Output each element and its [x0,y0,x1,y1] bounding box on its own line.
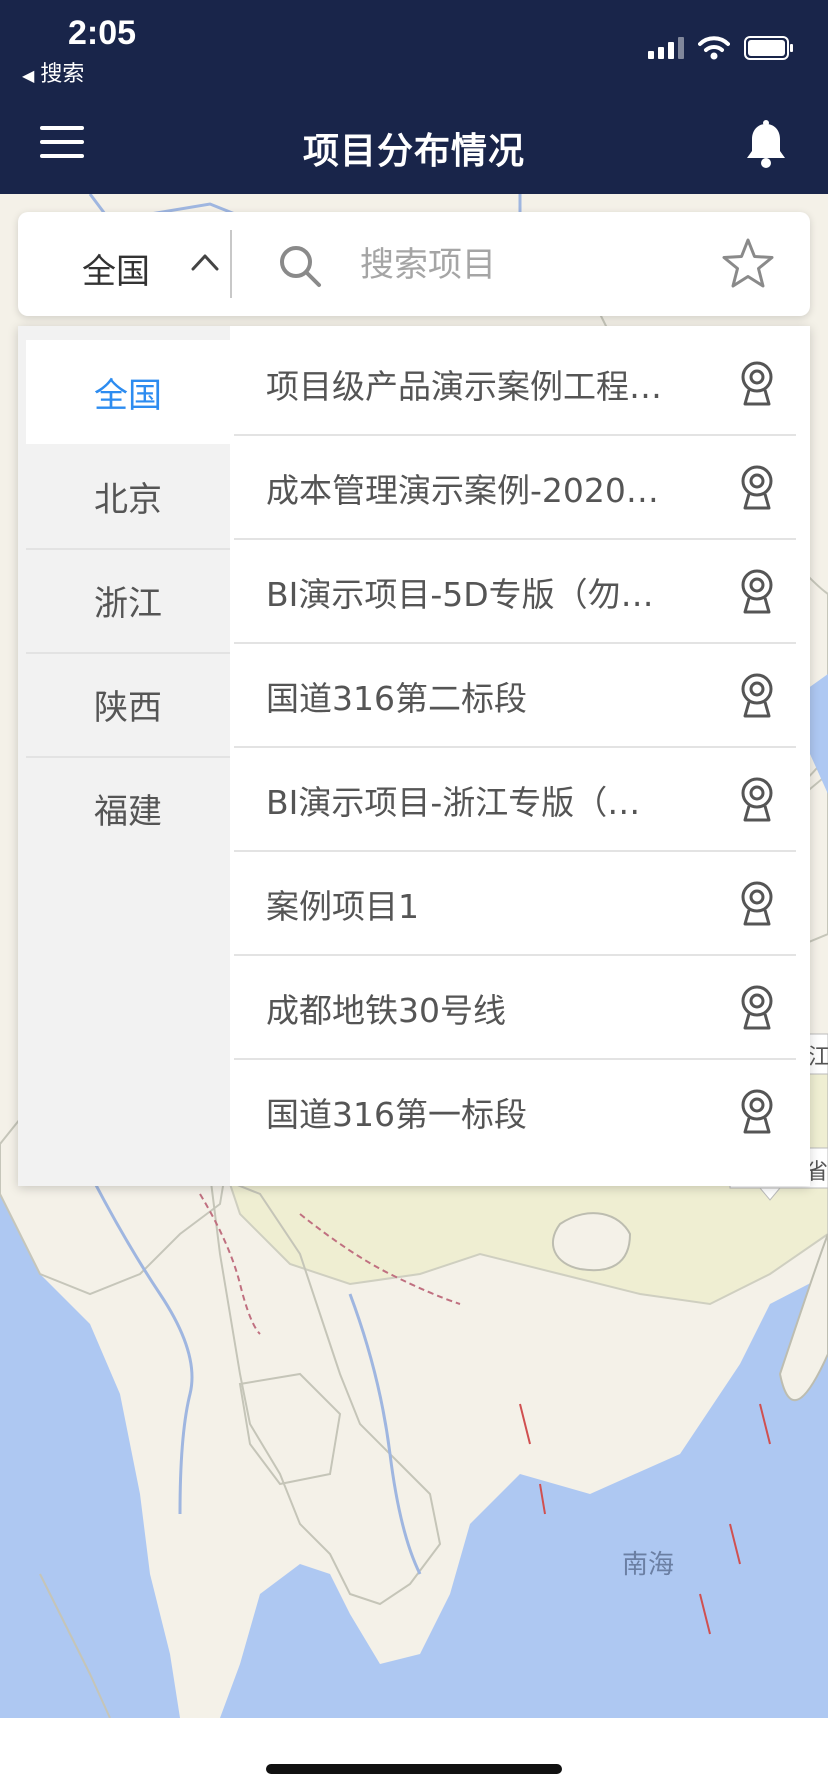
region-item-shaanxi[interactable]: 陕西 [26,652,230,758]
star-icon[interactable] [720,236,776,292]
project-list-item[interactable]: 国道316第二标段 [234,642,796,748]
region-item-all[interactable]: 全国 [26,340,230,444]
nav-bar: 项目分布情况 [0,96,828,194]
project-name: 成本管理演示案例-2020… [266,471,659,510]
region-project-dropdown: 全国 北京 浙江 陕西 福建 项目级产品演示案例工程… 成本管理演示案例-202… [18,326,810,1186]
sea-label: 南海 [622,1550,675,1580]
region-selector-label: 全国 [82,252,150,292]
search-bar: 全国 [18,212,810,316]
home-indicator[interactable] [266,1764,562,1774]
project-list-item[interactable]: 国道316第一标段 [234,1058,796,1162]
search-divider [230,230,232,298]
project-name: 项目级产品演示案例工程… [266,367,662,406]
back-triangle-icon: ◀ [22,66,35,85]
project-list-item[interactable]: 成都地铁30号线 [234,954,796,1060]
location-pin-icon[interactable] [740,464,774,510]
location-pin-icon[interactable] [740,360,774,406]
project-name: 国道316第二标段 [266,679,527,718]
chevron-up-icon [191,254,219,271]
project-name: BI演示项目-5D专版（勿… [266,575,654,614]
project-list-item[interactable]: 案例项目1 [234,850,796,956]
project-name: 国道316第一标段 [266,1095,527,1134]
location-pin-icon[interactable] [740,984,774,1030]
project-list-item[interactable]: BI演示项目-5D专版（勿… [234,538,796,644]
status-icons [648,36,794,60]
back-app-label: 搜索 [40,62,85,87]
region-item-fujian[interactable]: 福建 [26,756,230,860]
project-list-item[interactable]: 成本管理演示案例-2020… [234,434,796,540]
location-pin-icon[interactable] [740,1088,774,1134]
project-list-item[interactable]: BI演示项目-浙江专版（… [234,746,796,852]
region-item-beijing[interactable]: 北京 [26,444,230,550]
wifi-icon [698,36,730,60]
project-list-item[interactable]: 项目级产品演示案例工程… [234,330,796,436]
region-item-zhejiang[interactable]: 浙江 [26,548,230,654]
battery-icon [744,36,793,60]
bell-icon[interactable] [744,120,788,170]
location-pin-icon[interactable] [740,568,774,614]
signal-icon [648,37,684,59]
project-name: 成都地铁30号线 [266,991,506,1030]
home-indicator-area [0,1718,828,1792]
status-time: 2:05 [68,14,137,52]
project-name: BI演示项目-浙江专版（… [266,783,641,822]
project-name: 案例项目1 [266,887,419,926]
map-edge-label-1: 江省 [808,1045,828,1070]
location-pin-icon[interactable] [740,672,774,718]
search-input[interactable] [358,238,692,292]
location-pin-icon[interactable] [740,880,774,926]
region-list: 全国 北京 浙江 陕西 福建 [18,326,230,1186]
back-to-app-link[interactable]: ◀ 搜索 [22,56,84,88]
page-title: 项目分布情况 [302,131,525,172]
search-icon [280,246,321,287]
location-pin-icon[interactable] [740,776,774,822]
region-selector[interactable]: 全国 [18,212,230,316]
status-bar: 2:05 ◀ 搜索 [0,0,828,96]
